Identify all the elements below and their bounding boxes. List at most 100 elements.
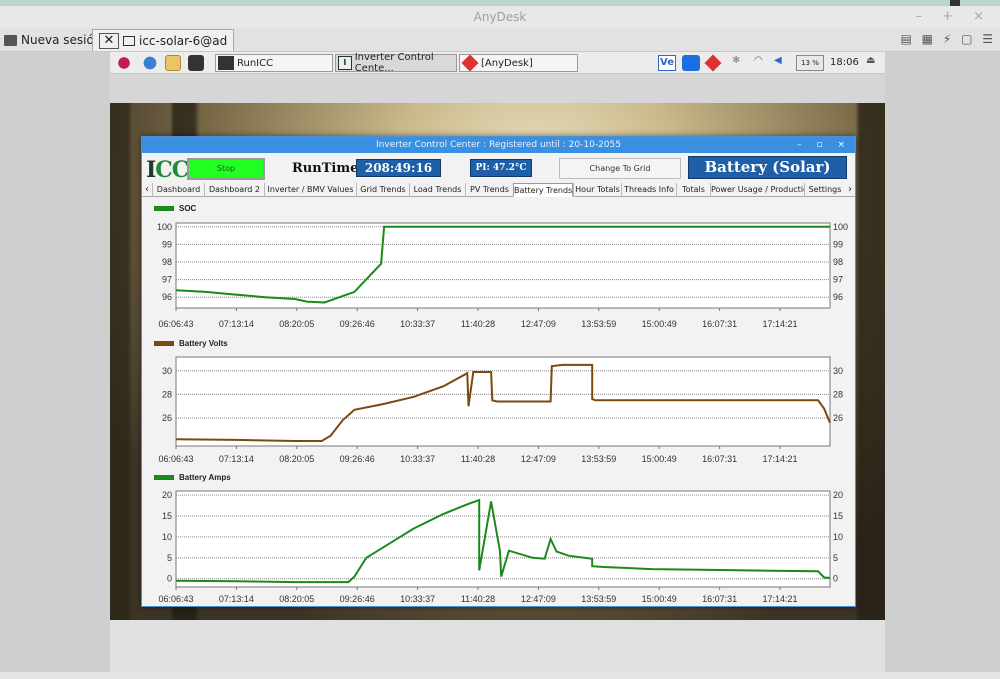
tab-load-trends[interactable]: Load Trends: [409, 183, 465, 197]
tab-power-usage-production[interactable]: Power Usage / Production: [710, 183, 804, 197]
runtime-value: 208:49:16: [356, 159, 441, 177]
anydesk-title: AnyDesk: [473, 10, 527, 24]
volume-level[interactable]: 13 %: [796, 55, 824, 71]
anydesk-titlebar: AnyDesk – + ×: [0, 6, 1000, 28]
x-tick-label: 16:07:31: [702, 454, 737, 464]
tab-inverter-bmv-values[interactable]: Inverter / BMV Values: [264, 183, 356, 197]
legend-label: Battery Amps: [179, 473, 231, 482]
x-tick-label: 08:20:05: [279, 454, 314, 464]
chevron-left-icon[interactable]: ‹: [142, 183, 152, 197]
legend-label: Battery Volts: [179, 339, 228, 348]
y-tick-label-right: 97: [833, 275, 843, 285]
y-tick-label-right: 99: [833, 239, 843, 249]
x-tick-label: 06:06:43: [158, 319, 193, 329]
tab-pv-trends[interactable]: PV Trends: [465, 183, 513, 197]
stop-button[interactable]: Stop: [187, 158, 265, 180]
ve-icon[interactable]: Ve: [658, 55, 676, 71]
anydesk-toolbar-icons[interactable]: ▤ ▦ ⚡ ▢ ☰: [901, 32, 996, 46]
terminal-icon: [218, 56, 234, 70]
x-tick-label: 06:06:43: [158, 594, 193, 604]
taskbar-item-label: Inverter Control Cente...: [354, 52, 434, 74]
tab-settings[interactable]: Settings: [804, 183, 845, 197]
tab-totals[interactable]: Totals: [676, 183, 710, 197]
tab-dashboard-2[interactable]: Dashboard 2: [204, 183, 264, 197]
y-tick-label-right: 28: [833, 389, 843, 399]
x-tick-label: 12:47:09: [521, 594, 556, 604]
y-tick-label: 100: [157, 222, 172, 232]
teamviewer-icon[interactable]: [682, 55, 700, 71]
x-tick-label: 17:14:21: [762, 594, 797, 604]
taskbar-item-label: RunICC: [237, 57, 274, 69]
window-controls[interactable]: – ▫ ×: [797, 137, 851, 153]
tab-threads-info[interactable]: Threads Info: [621, 183, 676, 197]
volume-icon[interactable]: ◀: [774, 55, 782, 71]
clock[interactable]: 18:06: [830, 55, 859, 71]
x-tick-label: 11:40:28: [461, 454, 495, 464]
legend-swatch: [154, 341, 174, 346]
anydesk-tray-icon[interactable]: [704, 54, 722, 72]
bluetooth-icon[interactable]: ✱: [732, 55, 740, 71]
x-tick-label: 11:40:28: [461, 594, 495, 604]
tab-hour-totals[interactable]: Hour Totals: [573, 183, 621, 197]
y-tick-label: 0: [167, 574, 172, 584]
y-tick-label-right: 0: [833, 574, 838, 584]
taskbar-item-icc[interactable]: I Inverter Control Cente...: [335, 52, 457, 74]
anydesk-window-controls[interactable]: – + ×: [915, 6, 992, 28]
tab-remote-label: icc-solar-6@ad: [139, 33, 228, 48]
x-tick-label: 10:33:37: [400, 319, 435, 329]
left-margin: [0, 52, 110, 679]
tab-remote-session[interactable]: ✕ icc-solar-6@ad: [92, 29, 235, 51]
folder-icon[interactable]: [165, 55, 181, 71]
icc-window: Inverter Control Center : Registered unt…: [141, 136, 856, 607]
runtime-label: RunTime: [292, 161, 359, 176]
taskbar-item-anydesk[interactable]: [AnyDesk]: [459, 54, 578, 72]
x-tick-label: 10:33:37: [400, 594, 435, 604]
y-tick-label: 15: [162, 511, 172, 521]
window-titlebar[interactable]: Inverter Control Center : Registered unt…: [142, 137, 855, 153]
legend-swatch: [154, 206, 174, 211]
tab-grid-trends[interactable]: Grid Trends: [356, 183, 409, 197]
bottom-strip: [0, 672, 1000, 679]
y-tick-label: 20: [162, 490, 172, 500]
icc-logo-icon: I: [338, 56, 352, 70]
y-tick-label: 97: [162, 275, 172, 285]
remote-desktop-top: [110, 74, 885, 103]
eject-icon[interactable]: ⏏: [866, 55, 875, 71]
y-tick-label: 96: [162, 292, 172, 302]
wifi-icon[interactable]: ◠: [754, 55, 763, 71]
tab-dashboard[interactable]: Dashboard: [152, 183, 204, 197]
battery-mode-indicator: Battery (Solar): [688, 156, 847, 179]
x-tick-label: 10:33:37: [400, 454, 435, 464]
tab-new-session[interactable]: Nueva sesión: [4, 32, 101, 48]
y-tick-label-right: 10: [833, 532, 843, 542]
x-tick-label: 16:07:31: [702, 319, 737, 329]
x-tick-label: 11:40:28: [461, 319, 495, 329]
terminal-icon[interactable]: [188, 55, 204, 71]
y-tick-label: 5: [167, 553, 172, 563]
taskbar-item-label: [AnyDesk]: [481, 57, 533, 69]
tab-bar: ‹ Dashboard Dashboard 2 Inverter / BMV V…: [142, 183, 855, 197]
x-tick-label: 08:20:05: [279, 319, 314, 329]
pi-temperature: PI: 47.2°C: [470, 159, 532, 177]
remote-taskbar: RunICC I Inverter Control Cente... [AnyD…: [110, 52, 885, 74]
raspberry-icon[interactable]: [116, 55, 132, 71]
y-tick-label: 10: [162, 532, 172, 542]
tab-battery-trends[interactable]: Battery Trends: [513, 183, 573, 197]
taskbar-item-runicc[interactable]: RunICC: [215, 54, 333, 72]
icc-logo: ICC: [146, 157, 189, 183]
y-tick-label-right: 96: [833, 292, 843, 302]
desk-icon: [4, 34, 17, 46]
close-icon[interactable]: ✕: [99, 32, 119, 49]
y-tick-label: 30: [162, 366, 172, 376]
y-tick-label: 26: [162, 413, 172, 423]
x-tick-label: 17:14:21: [762, 454, 797, 464]
x-tick-label: 17:14:21: [762, 319, 797, 329]
globe-icon[interactable]: [142, 55, 158, 71]
x-tick-label: 16:07:31: [702, 594, 737, 604]
y-tick-label-right: 5: [833, 553, 838, 563]
window-title: Inverter Control Center : Registered unt…: [376, 140, 621, 150]
anydesk-tabbar: Nueva sesión ✕ icc-solar-6@ad ▤ ▦ ⚡ ▢ ☰: [0, 28, 1000, 52]
chevron-right-icon[interactable]: ›: [845, 183, 855, 197]
change-to-grid-button[interactable]: Change To Grid: [559, 158, 681, 179]
x-tick-label: 12:47:09: [521, 454, 556, 464]
